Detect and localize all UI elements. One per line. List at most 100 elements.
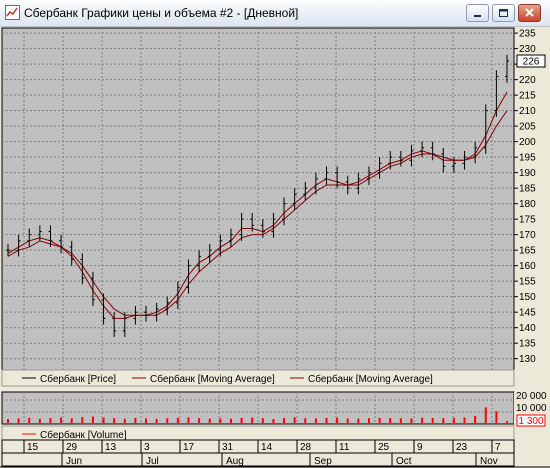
volume-bar [304,418,307,423]
price-tick-label: 200 [519,137,536,148]
price-tick-label: 150 [519,292,536,303]
chart-area: 130 135 140 145 150 155 160 165 170 175 180 185 190 1… [0,27,550,468]
volume-bar [208,418,211,423]
volume-bar [399,418,402,423]
volume-bar [484,407,487,423]
volume-bar [378,417,381,423]
volume-bar [187,417,190,423]
minimize-button[interactable] [466,4,489,22]
volume-bar [102,417,105,423]
volume-bar [91,416,94,423]
volume-bar [155,418,158,423]
volume-tick-20000: 20 000 [516,391,547,402]
restore-button[interactable] [492,4,515,22]
month-label: Jun [66,456,82,467]
volume-bar [367,418,370,423]
month-label: Jul [146,456,159,467]
price-tick-label: 130 [519,354,536,365]
price-tick-label: 195 [519,153,536,164]
date-day-label: 7 [495,442,501,453]
price-tick-label: 230 [519,44,536,55]
volume-bar [421,417,424,423]
price-tick-label: 140 [519,323,536,334]
volume-bar [229,418,232,423]
price-tick-label: 170 [519,230,536,241]
volume-bar [145,418,148,423]
month-label: Sep [314,456,332,467]
volume-bar [495,411,498,423]
volume-bar [506,421,508,423]
chart-window: Сбербанк Графики цены и объема #2 - [Дне… [0,0,550,468]
date-day-label: 13 [105,442,117,453]
volume-bar [176,417,179,423]
volume-tick-10000: 10 000 [516,403,547,414]
volume-bar [251,417,254,423]
price-tick-label: 165 [519,246,536,257]
volume-bar [28,417,31,423]
date-day-label: 3 [144,442,150,453]
volume-bar [38,418,41,423]
volume-bar [474,415,477,423]
volume-bar [336,417,339,423]
app-chart-icon [5,5,20,20]
volume-bar [463,417,466,423]
price-tick-label: 215 [519,91,536,102]
date-day-label: 25 [378,442,390,453]
close-icon [525,8,534,17]
volume-bar [283,418,286,423]
volume-bar [7,419,9,423]
date-day-label: 15 [27,442,39,453]
date-day-label: 29 [66,442,78,453]
volume-bar [314,418,317,423]
volume-bar [81,417,84,423]
volume-bar [113,418,116,423]
month-label: Oct [396,456,412,467]
volume-bar [123,418,126,423]
date-day-label: 17 [183,442,195,453]
volume-bar [17,418,20,423]
volume-bar [452,417,455,423]
date-day-label: 31 [222,442,234,453]
volume-bar [166,418,169,423]
price-tick-label: 180 [519,199,536,210]
price-tick-label: 145 [519,308,536,319]
price-tick-label: 135 [519,339,536,350]
month-label: Nov [480,456,498,467]
volume-bar [134,417,137,423]
price-tick-label: 160 [519,261,536,272]
legend-volume: Сбербанк [Volume] [40,429,127,441]
price-tick-label: 220 [519,75,536,86]
volume-bar [60,417,63,423]
legend-ma-1: Сбербанк [Moving Average] [150,373,275,385]
window-title: Сбербанк Графики цены и объема #2 - [Дне… [24,6,299,20]
volume-bar [325,417,328,423]
volume-bar [442,418,445,423]
volume-bar [346,418,349,423]
volume-bar [389,418,392,423]
last-price-label: 226 [523,57,540,68]
price-tick-label: 235 [519,29,536,40]
minimize-icon [474,15,481,17]
last-volume-label: 1 300 [518,416,543,427]
price-tick-label: 185 [519,184,536,195]
volume-bar [261,418,264,423]
volume-bar [272,418,275,423]
volume-bar [219,418,222,423]
volume-bar [198,418,201,423]
legend-ma-2: Сбербанк [Moving Average] [308,373,433,385]
date-day-label: 11 [339,442,350,453]
close-button[interactable] [518,4,541,22]
title-bar[interactable]: Сбербанк Графики цены и объема #2 - [Дне… [0,0,550,27]
volume-bar [70,418,73,423]
month-label: Aug [226,456,244,467]
price-tick-label: 210 [519,106,536,117]
date-day-label: 9 [417,442,423,453]
legend-price: Сбербанк [Price] [40,373,116,385]
volume-bar [49,418,52,423]
date-day-label: 28 [300,442,312,453]
volume-bar [410,418,413,423]
date-day-label: 23 [456,442,468,453]
price-tick-label: 205 [519,122,536,133]
volume-bar [357,418,360,423]
price-tick-label: 190 [519,168,536,179]
